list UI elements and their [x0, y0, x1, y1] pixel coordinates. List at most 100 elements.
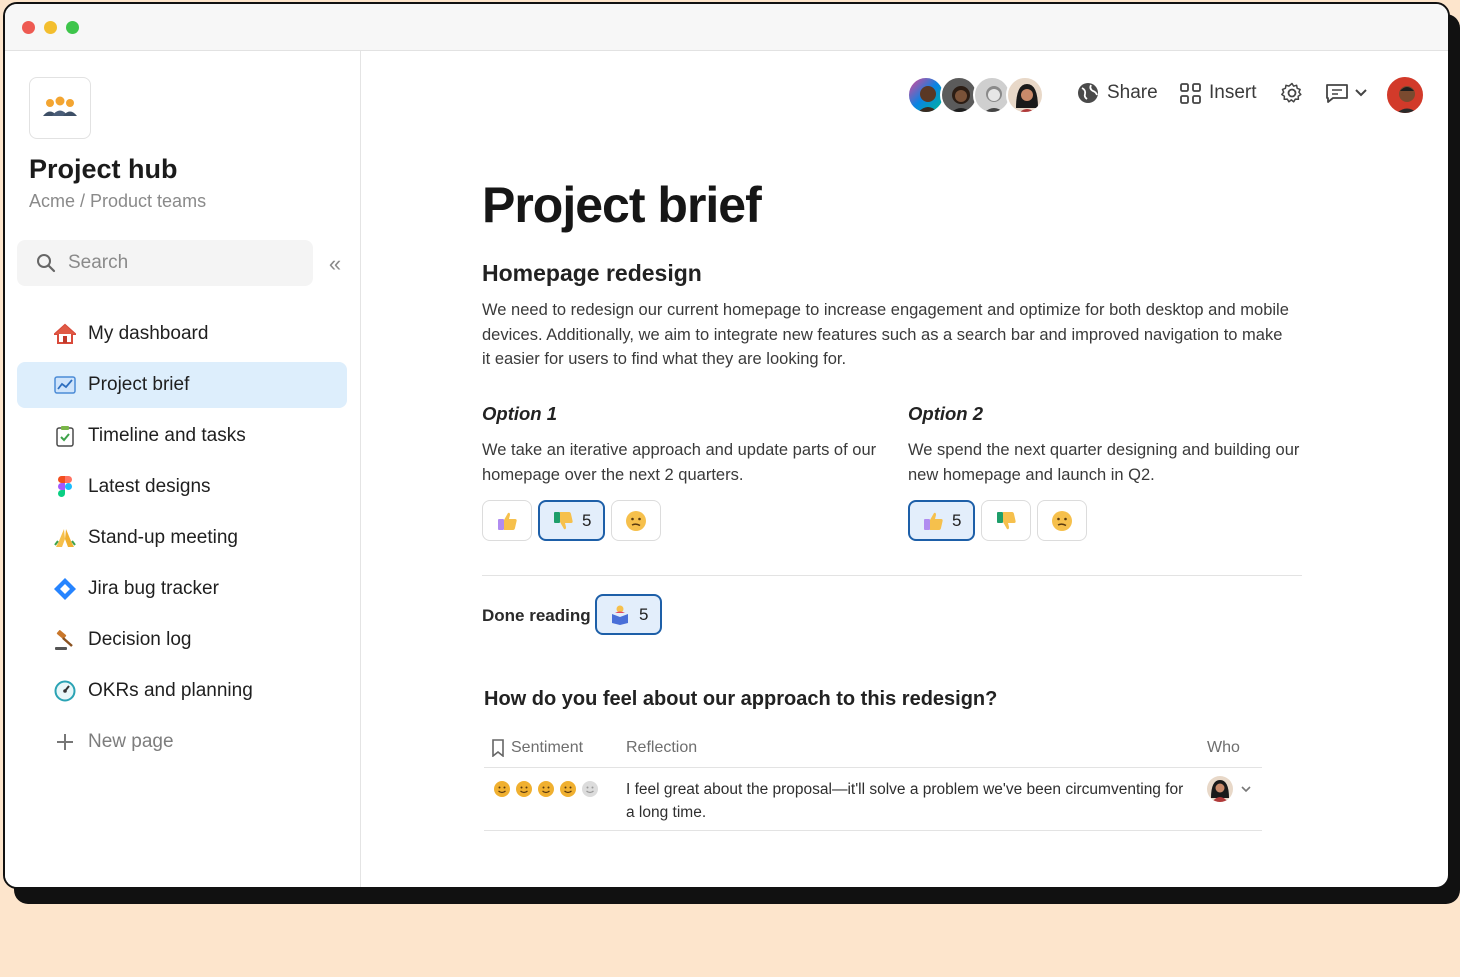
- jira-icon: [53, 577, 77, 601]
- option-1-text: We take an iterative approach and update…: [482, 441, 877, 484]
- plus-icon: [53, 730, 77, 754]
- avatar: [1207, 776, 1233, 802]
- sidebar-item-label: Stand-up meeting: [88, 527, 238, 548]
- reaction-count: 5: [639, 604, 649, 624]
- smiley-icon[interactable]: [537, 780, 555, 798]
- sidebar-item-label: OKRs and planning: [88, 680, 253, 701]
- thumbs-down-reaction[interactable]: 5: [538, 500, 606, 541]
- collaborator-avatars[interactable]: [907, 76, 1047, 116]
- intro-paragraph: We need to redesign our current homepage…: [482, 301, 1289, 368]
- sentiment-rating[interactable]: [493, 780, 599, 798]
- close-window-button[interactable]: [22, 21, 35, 34]
- option-2-text: We spend the next quarter designing and …: [908, 441, 1300, 484]
- section-heading: Homepage redesign: [482, 260, 702, 286]
- clipboard-check-icon: [53, 424, 77, 448]
- comments-dropdown[interactable]: [1325, 82, 1367, 104]
- smiley-icon[interactable]: [515, 780, 533, 798]
- thumbs-up-reaction[interactable]: 5: [908, 500, 976, 541]
- insert-button[interactable]: Insert: [1180, 82, 1257, 104]
- smiley-icon[interactable]: [493, 780, 511, 798]
- confused-face-reaction[interactable]: [611, 500, 662, 541]
- who-person-picker[interactable]: [1207, 776, 1251, 802]
- table-header: Sentiment Reflection Who: [484, 734, 1262, 768]
- column-header-sentiment[interactable]: Sentiment: [491, 739, 583, 757]
- done-reading-reactions: 5: [595, 594, 663, 635]
- option-1-title: Option 1: [482, 403, 558, 424]
- sidebar-item-latest-designs[interactable]: Latest designs: [17, 464, 347, 510]
- gavel-icon: [53, 628, 77, 652]
- figma-icon: [53, 475, 77, 499]
- sidebar-nav: My dashboard Project brief Timeline and …: [17, 311, 347, 770]
- confused-face-reaction[interactable]: [1037, 500, 1088, 541]
- folded-hands-icon: [53, 526, 77, 550]
- gear-icon: [1281, 82, 1302, 103]
- confused-face-icon: [626, 510, 647, 531]
- app-window: Project hub Acme / Product teams « My da…: [3, 2, 1450, 889]
- sidebar: Project hub Acme / Product teams « My da…: [5, 51, 361, 887]
- settings-button[interactable]: [1281, 82, 1303, 104]
- divider: [482, 575, 1302, 576]
- sidebar-item-jira-bug-tracker[interactable]: Jira bug tracker: [17, 566, 347, 612]
- new-page-button[interactable]: New page: [17, 719, 347, 765]
- house-icon: [53, 322, 77, 346]
- grid-plus-icon: [1180, 82, 1201, 104]
- chevron-down-icon: [1241, 785, 1251, 792]
- search-input[interactable]: [68, 252, 288, 274]
- table-row[interactable]: I feel great about the proposal—it'll so…: [484, 769, 1262, 831]
- thumbs-up-icon: [924, 512, 943, 530]
- sidebar-item-my-dashboard[interactable]: My dashboard: [17, 311, 347, 357]
- reaction-count: 5: [952, 510, 962, 530]
- sidebar-item-okrs-and-planning[interactable]: OKRs and planning: [17, 668, 347, 714]
- search-icon: [37, 254, 56, 273]
- reflection-text[interactable]: I feel great about the proposal—it'll so…: [626, 779, 1196, 824]
- search-box[interactable]: [17, 240, 313, 286]
- insert-label: Insert: [1209, 82, 1257, 103]
- thumbs-down-reaction[interactable]: [981, 500, 1032, 541]
- thumbs-up-icon: [498, 512, 517, 530]
- option-1-reactions: 5: [482, 500, 662, 541]
- reaction-count: 5: [582, 510, 592, 530]
- chart-icon: [53, 373, 77, 397]
- user-avatar[interactable]: [1385, 75, 1425, 115]
- done-reading-reaction[interactable]: 5: [595, 594, 663, 635]
- minimize-window-button[interactable]: [44, 21, 57, 34]
- smiley-empty-icon[interactable]: [581, 780, 599, 798]
- share-button[interactable]: Share: [1077, 82, 1158, 104]
- dashboard-gauge-icon: [53, 679, 77, 703]
- sidebar-item-decision-log[interactable]: Decision log: [17, 617, 347, 663]
- sidebar-item-project-brief[interactable]: Project brief: [17, 362, 347, 408]
- sidebar-item-label: Latest designs: [88, 476, 211, 497]
- thumbs-down-icon: [554, 511, 573, 529]
- sidebar-item-stand-up-meeting[interactable]: Stand-up meeting: [17, 515, 347, 561]
- sidebar-item-label: Timeline and tasks: [88, 425, 246, 446]
- column-header-who[interactable]: Who: [1207, 739, 1240, 757]
- hub-title: Project hub: [29, 154, 178, 184]
- chevron-down-icon: [1355, 89, 1367, 97]
- survey-question: How do you feel about our approach to th…: [484, 688, 998, 710]
- comment-icon: [1326, 84, 1348, 103]
- sidebar-item-label: My dashboard: [88, 323, 209, 344]
- team-icon: [29, 77, 91, 139]
- bookmark-icon: [492, 739, 504, 757]
- document-area: Share Insert Project brief Homepage rede…: [362, 51, 1448, 887]
- confused-face-icon: [1052, 510, 1073, 531]
- thumbs-down-icon: [997, 511, 1017, 529]
- page-title: Project brief: [482, 177, 762, 233]
- sidebar-item-label: Jira bug tracker: [88, 578, 219, 599]
- option-2-title: Option 2: [908, 403, 984, 424]
- breadcrumb[interactable]: Acme / Product teams: [29, 191, 206, 212]
- sidebar-item-timeline-and-tasks[interactable]: Timeline and tasks: [17, 413, 347, 459]
- globe-icon: [1078, 83, 1098, 103]
- sidebar-item-label: Project brief: [88, 374, 190, 395]
- option-2-reactions: 5: [908, 500, 1088, 541]
- column-header-reflection[interactable]: Reflection: [626, 739, 697, 757]
- smiley-icon[interactable]: [559, 780, 577, 798]
- thumbs-up-reaction[interactable]: [482, 500, 532, 541]
- collapse-sidebar-icon[interactable]: «: [323, 251, 347, 277]
- title-bar: [5, 4, 1448, 51]
- maximize-window-button[interactable]: [66, 21, 79, 34]
- sidebar-item-label: Decision log: [88, 629, 192, 650]
- reading-person-icon: [612, 605, 628, 625]
- sidebar-item-label: New page: [88, 731, 174, 752]
- avatar[interactable]: [1006, 76, 1044, 114]
